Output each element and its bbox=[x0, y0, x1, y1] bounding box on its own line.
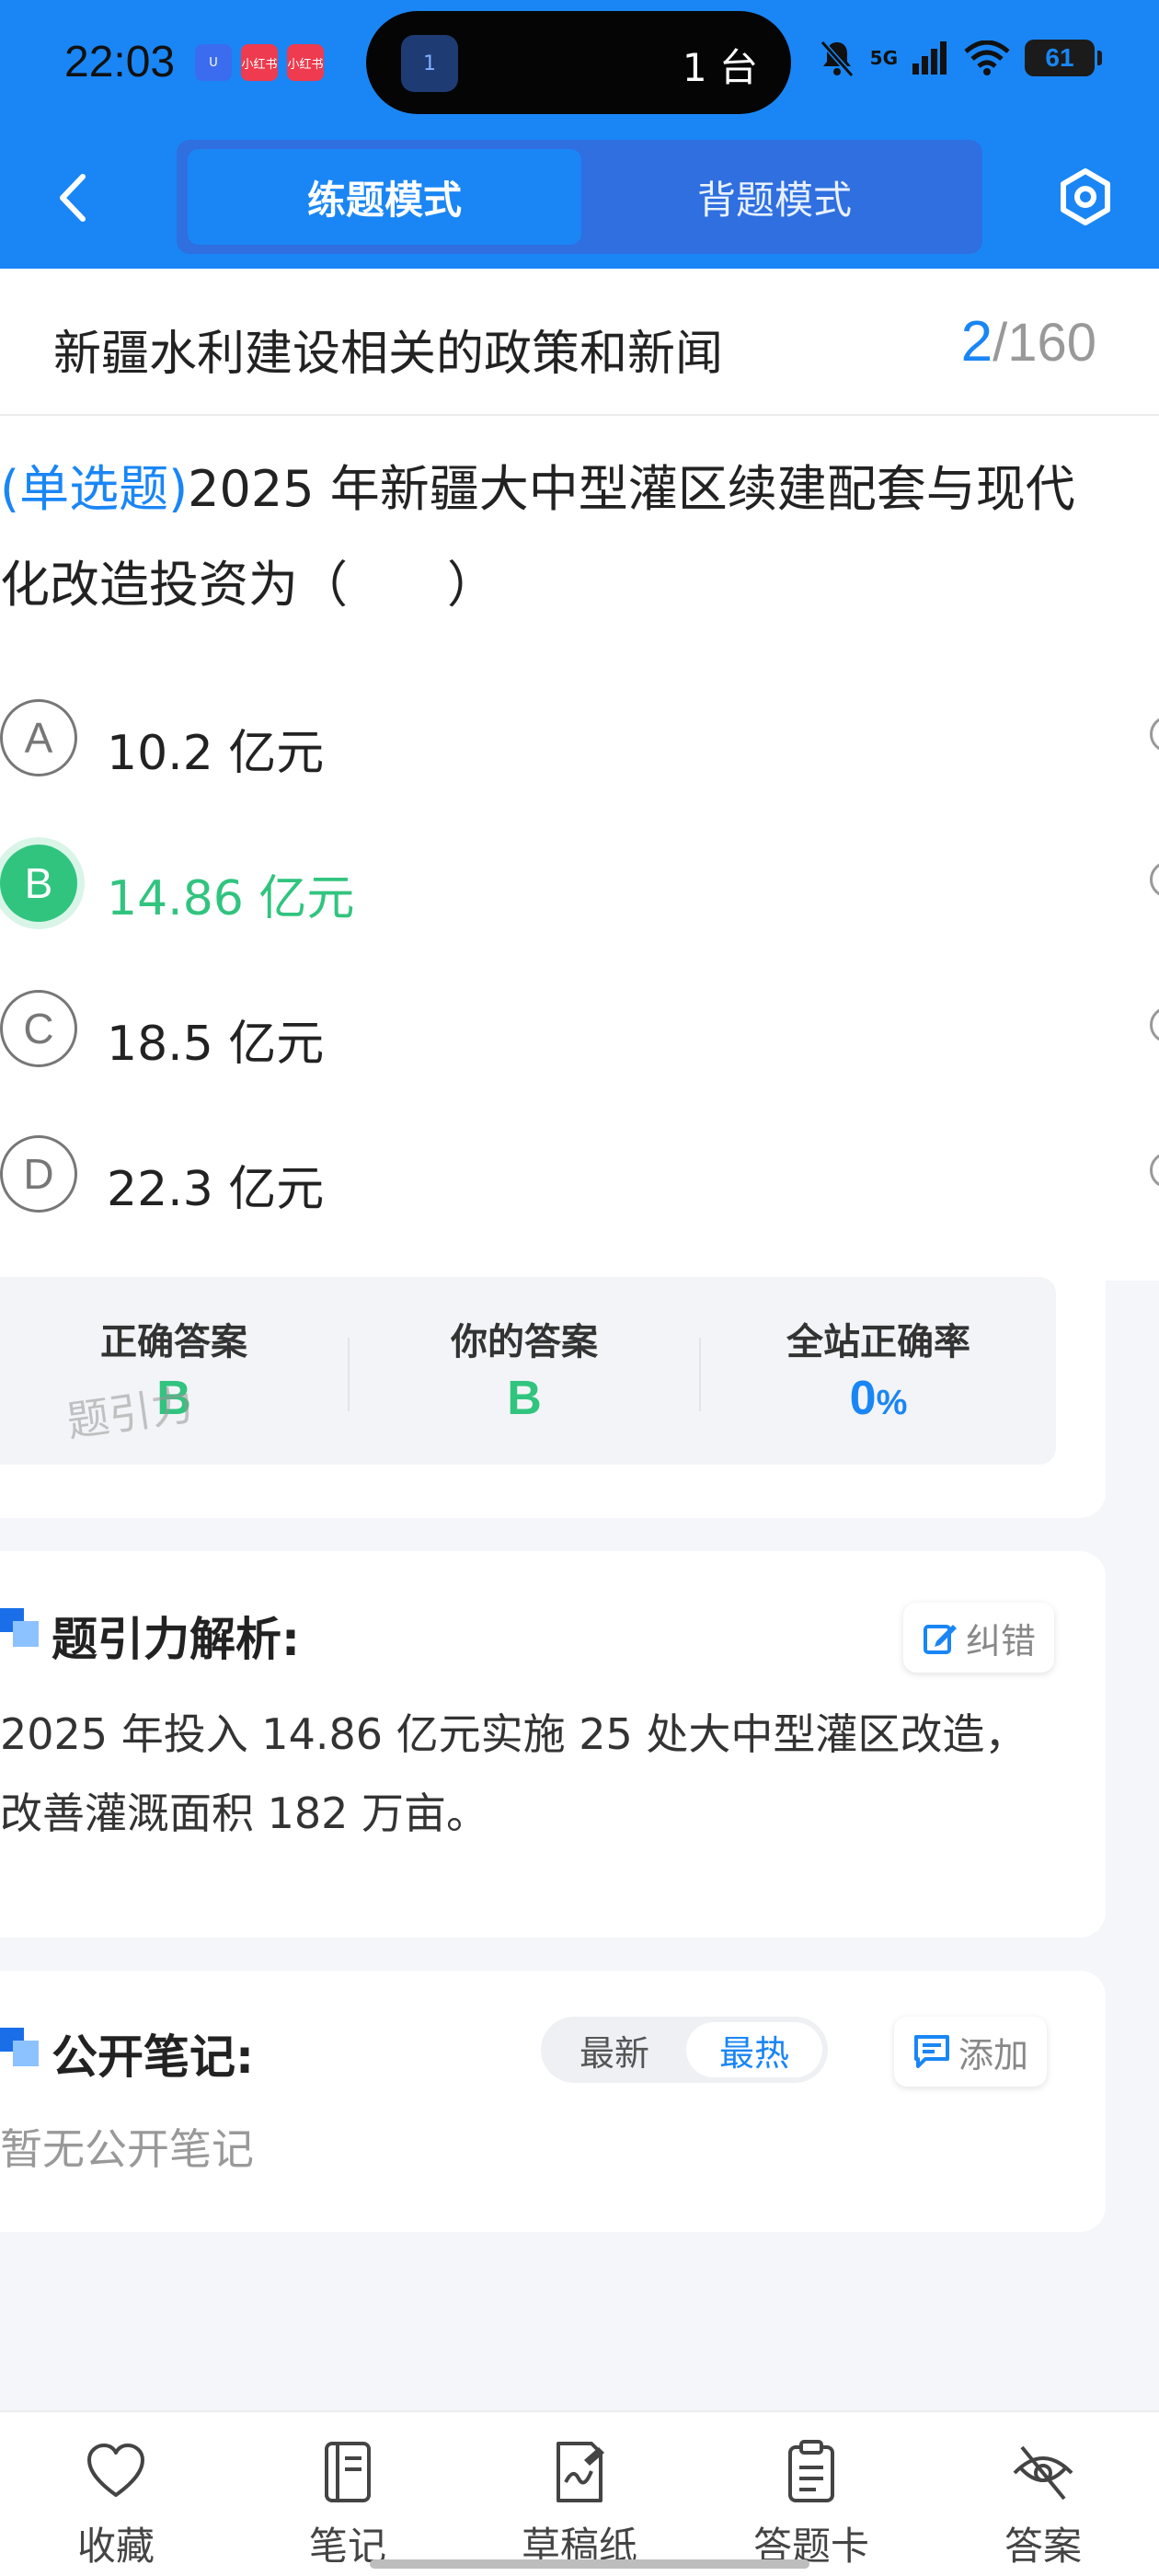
accuracy-label: 全站正确率 bbox=[786, 1321, 970, 1363]
island-text: 1 台 bbox=[682, 45, 758, 90]
option-a[interactable]: A 10.2 亿元 bbox=[0, 673, 1159, 784]
option-d[interactable]: D 22.3 亿元 bbox=[0, 1110, 1159, 1220]
chapter-title: 新疆水利建设相关的政策和新闻 bbox=[53, 327, 724, 382]
comment-add-icon bbox=[914, 2035, 949, 2068]
answer-sheet-icon bbox=[788, 2440, 834, 2502]
accuracy-value: 0% bbox=[701, 1371, 1056, 1426]
add-note-label: 添加 bbox=[958, 2034, 1029, 2076]
sort-latest[interactable]: 最新 bbox=[546, 2022, 683, 2077]
download-app-icon: U bbox=[195, 44, 232, 81]
network-label: 5G bbox=[869, 47, 898, 69]
show-answer-label: 答案 bbox=[1004, 2524, 1082, 2569]
show-answer-button[interactable]: 答案 bbox=[960, 2412, 1126, 2576]
option-a-text: 10.2 亿元 bbox=[107, 726, 325, 781]
dynamic-island[interactable]: 1 1 台 bbox=[366, 11, 791, 114]
wifi-icon bbox=[964, 40, 1010, 75]
option-a-edge-marker bbox=[1150, 716, 1159, 753]
back-button[interactable] bbox=[46, 166, 101, 230]
question-text-block: (单选题)2025 年新疆大中型灌区续建配套与现代化改造投资为（ ） bbox=[0, 442, 1076, 633]
your-answer-label: 你的答案 bbox=[451, 1321, 598, 1363]
status-time: 22:03 bbox=[64, 38, 176, 86]
report-error-label: 纠错 bbox=[966, 1620, 1037, 1662]
public-notes-card: 公开笔记: 最新 最热 添加 暂无公开笔记 bbox=[0, 1971, 1106, 2232]
option-b-letter: B bbox=[0, 845, 77, 922]
chapter-title-row: 新疆水利建设相关的政策和新闻 2/160 bbox=[0, 269, 1159, 416]
add-note-button[interactable]: 添加 bbox=[894, 2017, 1048, 2087]
empty-notes-text: 暂无公开笔记 bbox=[0, 2124, 254, 2174]
option-b[interactable]: B 14.86 亿元 bbox=[0, 819, 1159, 929]
total-questions: /160 bbox=[993, 313, 1096, 373]
notes-button[interactable]: 笔记 bbox=[265, 2412, 430, 2576]
broadcast-icon: 1 bbox=[401, 35, 458, 92]
sort-hottest[interactable]: 最热 bbox=[686, 2022, 822, 2077]
option-c[interactable]: C 18.5 亿元 bbox=[0, 964, 1159, 1075]
chevron-left-icon bbox=[60, 174, 86, 222]
your-answer-col: 你的答案 B bbox=[350, 1277, 699, 1465]
tab-memorize-mode[interactable]: 背题模式 bbox=[578, 149, 971, 245]
heart-icon bbox=[87, 2444, 144, 2497]
analysis-title: 题引力解析: bbox=[52, 1613, 300, 1666]
favorite-button[interactable]: 收藏 bbox=[33, 2412, 199, 2576]
accuracy-number: 0 bbox=[849, 1372, 877, 1425]
status-indicators: 5G 61 bbox=[819, 39, 1102, 77]
accuracy-unit: % bbox=[876, 1384, 908, 1422]
edit-icon bbox=[924, 1625, 957, 1654]
home-indicator[interactable] bbox=[370, 2559, 809, 2569]
public-notes-title: 公开笔记: bbox=[52, 2030, 254, 2084]
island-badge: 1 bbox=[423, 52, 436, 75]
settings-button[interactable] bbox=[1056, 167, 1115, 226]
eye-off-icon bbox=[1013, 2445, 1073, 2501]
analysis-card: 题引力解析: 纠错 2025 年投入 14.86 亿元实施 25 处大中型灌区改… bbox=[0, 1551, 1106, 1938]
battery-indicator: 61 bbox=[1025, 40, 1102, 76]
draft-paper-icon bbox=[557, 2442, 604, 2502]
question-card: (单选题)2025 年新疆大中型灌区续建配套与现代化改造投资为（ ） A 10.… bbox=[0, 416, 1159, 1518]
option-c-letter: C bbox=[0, 990, 77, 1067]
accuracy-col: 全站正确率 0% bbox=[701, 1277, 1056, 1465]
option-b-text: 14.86 亿元 bbox=[107, 871, 355, 926]
signal-icon bbox=[912, 41, 947, 75]
status-app-icons: U 小红书 小红书 bbox=[195, 44, 324, 81]
notes-sort-toggle: 最新 最热 bbox=[541, 2017, 828, 2083]
analysis-text: 2025 年投入 14.86 亿元实施 25 处大中型灌区改造，改善灌溉面积 1… bbox=[0, 1709, 1027, 1838]
current-question-number: 2 bbox=[960, 310, 993, 374]
report-error-button[interactable]: 纠错 bbox=[903, 1603, 1055, 1673]
correct-answer-col: 正确答案 B bbox=[0, 1277, 348, 1465]
favorite-label: 收藏 bbox=[76, 2524, 155, 2569]
mode-switch: 练题模式 背题模式 bbox=[177, 140, 982, 254]
xiaohongshu-icon: 小红书 bbox=[287, 44, 324, 81]
xiaohongshu-icon: 小红书 bbox=[241, 44, 278, 81]
correct-answer-label: 正确答案 bbox=[100, 1321, 247, 1363]
bottom-action-bar: 收藏 笔记 草稿纸 答题卡 答案 bbox=[0, 2410, 1159, 2576]
question-counter[interactable]: 2/160 bbox=[961, 309, 1096, 374]
section-marker-icon bbox=[0, 2028, 39, 2066]
tab-practice-mode[interactable]: 练题模式 bbox=[188, 149, 581, 245]
notebook-icon bbox=[325, 2442, 371, 2502]
hexagon-settings-icon bbox=[1061, 168, 1110, 225]
option-c-edge-marker bbox=[1150, 1006, 1159, 1043]
option-a-letter: A bbox=[0, 699, 77, 776]
question-type-label: (单选题) bbox=[0, 460, 189, 518]
your-answer-value: B bbox=[507, 1372, 542, 1425]
top-header: 22:03 U 小红书 小红书 1 1 台 5G 61 练题模式 背题模式 bbox=[0, 0, 1159, 269]
option-d-text: 22.3 亿元 bbox=[107, 1162, 325, 1217]
section-marker-icon bbox=[0, 1608, 39, 1647]
option-d-letter: D bbox=[0, 1135, 77, 1213]
option-d-edge-marker bbox=[1150, 1152, 1159, 1189]
option-c-text: 18.5 亿元 bbox=[107, 1017, 325, 1072]
option-b-edge-marker bbox=[1150, 861, 1159, 898]
draft-paper-button[interactable]: 草稿纸 bbox=[497, 2412, 662, 2576]
answer-sheet-button[interactable]: 答题卡 bbox=[729, 2412, 894, 2576]
mute-bell-icon bbox=[820, 40, 854, 77]
